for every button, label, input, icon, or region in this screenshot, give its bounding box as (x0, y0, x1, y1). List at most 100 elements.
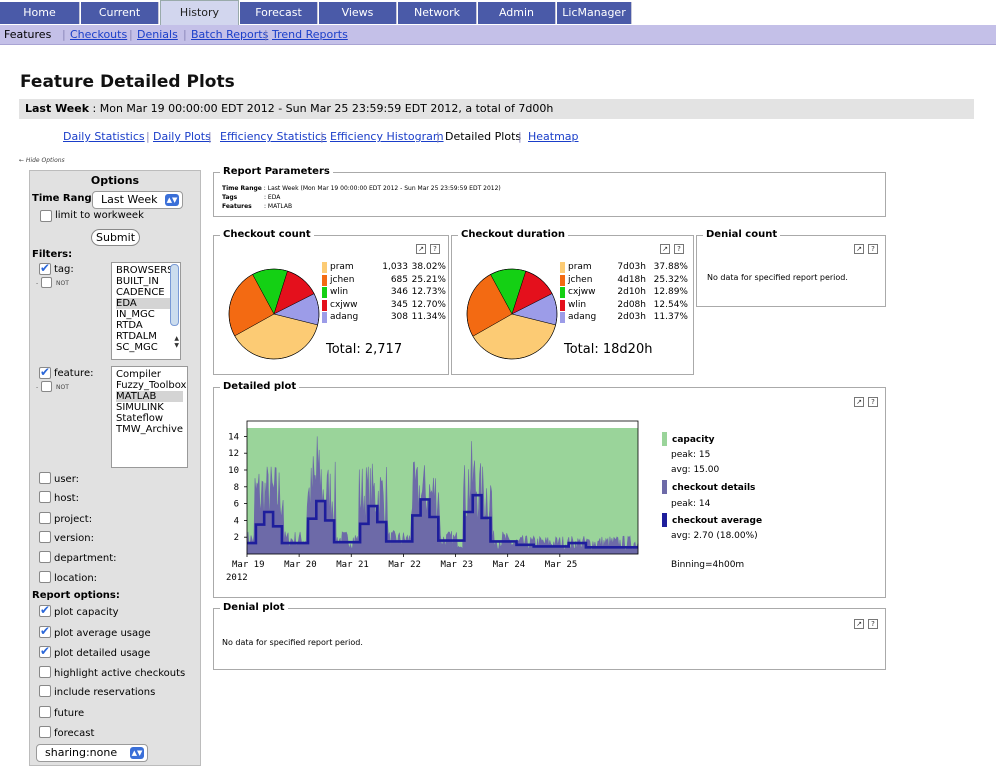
tag-option[interactable]: BUILT_IN (116, 276, 176, 287)
location-filter-checkbox[interactable] (39, 571, 51, 583)
tag-not-checkbox[interactable] (41, 277, 52, 288)
plot-capacity-checkbox[interactable] (39, 603, 51, 617)
tag-listbox-scrollbar[interactable] (170, 264, 179, 326)
project-filter-checkbox[interactable] (39, 512, 51, 524)
tab-home[interactable]: Home (0, 2, 80, 24)
tag-option[interactable]: BROWSERS (116, 265, 176, 276)
time-range-select[interactable]: Last Week ▲▼ (92, 191, 183, 209)
help-icon[interactable]: ? (868, 244, 878, 254)
tab-licmanager[interactable]: LicManager (557, 2, 632, 24)
popout-icon[interactable]: ↗ (854, 397, 864, 407)
feature-option[interactable]: Stateflow (116, 413, 183, 424)
x-tick-label: Mar 21 (336, 560, 369, 570)
legend-name: wlin (568, 299, 587, 310)
param-tags-value: : EDA (264, 194, 281, 201)
feature-option-selected[interactable]: MATLAB (116, 391, 183, 402)
link-heatmap[interactable]: Heatmap (528, 130, 579, 143)
tag-listbox[interactable]: BROWSERS BUILT_IN CADENCE EDA IN_MGC RTD… (111, 262, 181, 360)
version-filter-checkbox[interactable] (39, 531, 51, 543)
sharing-select[interactable]: sharing:none ▲▼ (36, 744, 148, 762)
tag-option[interactable]: IN_MGC (116, 309, 176, 320)
legend-value: 308 (390, 312, 408, 322)
plot-detailed-label: plot detailed usage (54, 648, 151, 659)
tag-option[interactable]: RTDA (116, 320, 176, 331)
range-text: : Mon Mar 19 00:00:00 EDT 2012 - Sun Mar… (89, 102, 554, 115)
future-checkbox[interactable] (39, 706, 51, 718)
host-filter-checkbox[interactable] (39, 491, 51, 503)
x-tick-label: Mar 25 (545, 560, 578, 570)
help-icon[interactable]: ? (868, 397, 878, 407)
user-filter-checkbox[interactable] (39, 472, 51, 484)
legend-name: jchen (330, 274, 355, 285)
options-panel: Options Time Range: Last Week ▲▼ limit t… (29, 170, 201, 766)
checkout-duration-pie (466, 268, 558, 360)
scroll-arrows-icon[interactable]: ▲ ▼ (174, 335, 179, 349)
link-daily-statistics[interactable]: Daily Statistics (63, 130, 145, 143)
feature-not-label: NOT (56, 384, 69, 391)
link-efficiency-histogram[interactable]: Efficiency Histogram (330, 130, 444, 143)
legend-name: adang (568, 312, 597, 322)
location-filter-label: location: (54, 573, 98, 584)
include-reservations-checkbox[interactable] (39, 685, 51, 697)
highlight-active-checkbox[interactable] (39, 666, 51, 678)
subnav-trend-reports[interactable]: Trend Reports (272, 28, 348, 41)
hide-options-link[interactable]: ← Hide Options (19, 157, 65, 164)
tab-views[interactable]: Views (319, 2, 397, 24)
tag-option[interactable]: SC_MGC (116, 342, 176, 353)
tag-option[interactable]: RTDALM (116, 331, 176, 342)
feature-option[interactable]: SIMULINK (116, 402, 183, 413)
plot-average-label: plot average usage (54, 628, 151, 639)
popout-icon[interactable]: ↗ (854, 244, 864, 254)
feature-option[interactable]: Fuzzy_Toolbox (116, 380, 186, 391)
forecast-checkbox[interactable] (39, 726, 51, 738)
subnav-denials[interactable]: Denials (137, 28, 178, 41)
plot-average-checkbox[interactable] (39, 624, 51, 638)
legend-value: 346 (390, 287, 408, 297)
popout-icon[interactable]: ↗ (854, 619, 864, 629)
tab-history[interactable]: History (160, 0, 239, 25)
feature-not-checkbox[interactable] (41, 381, 52, 392)
popout-icon[interactable]: ↗ (660, 244, 670, 254)
help-icon[interactable]: ? (674, 244, 684, 254)
report-options-label: Report options: (32, 590, 120, 601)
version-filter-label: version: (54, 533, 94, 544)
legend-value: 2d10h (617, 287, 646, 297)
tab-forecast[interactable]: Forecast (240, 2, 318, 24)
legend-swatch (560, 287, 565, 298)
tab-network[interactable]: Network (398, 2, 477, 24)
capacity-area (247, 428, 638, 554)
link-efficiency-statistics[interactable]: Efficiency Statistics (220, 130, 327, 143)
feature-filter-label: feature: (54, 368, 94, 379)
subnav-batch-reports[interactable]: Batch Reports (191, 28, 268, 41)
submit-button[interactable]: Submit (91, 229, 140, 246)
legend-name: pram (568, 262, 592, 272)
link-daily-plots[interactable]: Daily Plots (153, 130, 211, 143)
tag-option[interactable]: CADENCE (116, 287, 176, 298)
tag-filter-checkbox[interactable] (39, 261, 51, 275)
tag-option-selected[interactable]: EDA (116, 298, 176, 309)
help-icon[interactable]: ? (868, 619, 878, 629)
tab-admin[interactable]: Admin (478, 2, 556, 24)
checkout-count-legend-row: cxjww 345 12.70% (322, 299, 452, 311)
legend-value: 1,033 (382, 262, 408, 272)
department-filter-checkbox[interactable] (39, 551, 51, 563)
legend-value: 2d08h (617, 299, 646, 310)
x-axis-year: 2012 (226, 573, 248, 583)
feature-filter-checkbox[interactable] (39, 365, 51, 379)
date-range-bar: Last Week : Mon Mar 19 00:00:00 EDT 2012… (19, 99, 974, 119)
legend-value: 7d03h (617, 262, 646, 272)
limit-workweek-checkbox[interactable] (40, 210, 52, 222)
plot-detailed-checkbox[interactable] (39, 644, 51, 658)
feature-listbox[interactable]: Compiler Fuzzy_Toolbox MATLAB SIMULINK S… (111, 366, 188, 468)
report-parameters-body: Time Range : Last Week (Mon Mar 19 00:00… (222, 184, 882, 211)
highlight-active-label: highlight active checkouts (54, 668, 186, 679)
feature-option[interactable]: TMW_Archive (116, 424, 183, 435)
tab-current[interactable]: Current (81, 2, 159, 24)
subnav-checkouts[interactable]: Checkouts (70, 28, 127, 41)
feature-option[interactable]: Compiler (116, 369, 183, 380)
report-links-separator: | (518, 130, 522, 143)
range-label: Last Week (25, 102, 90, 115)
help-icon[interactable]: ? (430, 244, 440, 254)
legend-name: adang (330, 312, 359, 322)
popout-icon[interactable]: ↗ (416, 244, 426, 254)
